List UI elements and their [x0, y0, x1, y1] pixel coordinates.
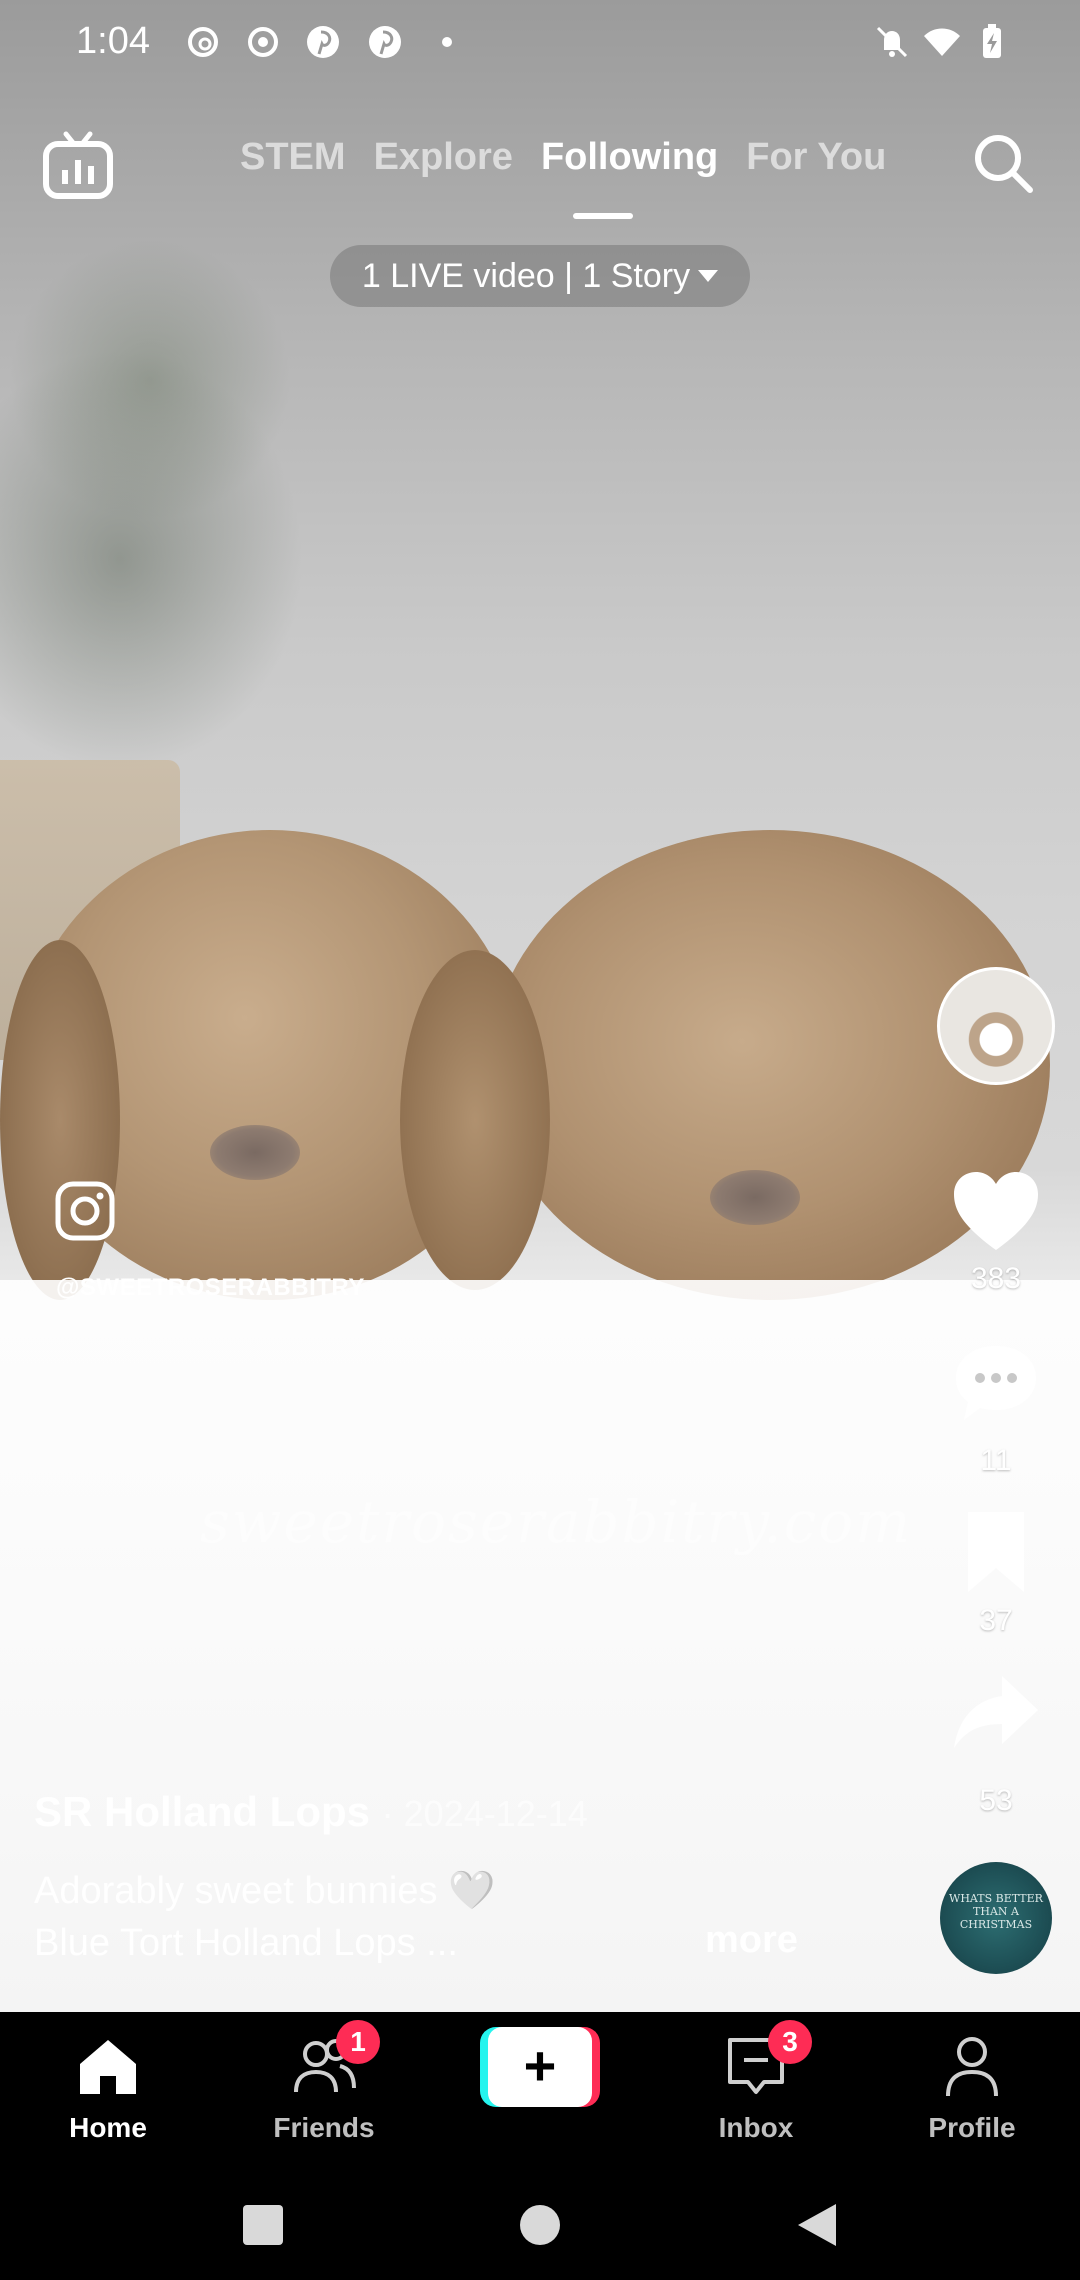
bell-off-icon — [876, 26, 908, 58]
video-watermark: sweetroserabbitry.com — [200, 1488, 913, 1556]
recents-icon[interactable] — [238, 2200, 288, 2250]
pinterest-icon — [369, 26, 401, 58]
wifi-icon — [924, 28, 960, 56]
nav-home-label: Home — [69, 2112, 147, 2143]
bunny-nose-image — [210, 1125, 300, 1180]
system-nav-bar — [0, 2170, 1080, 2280]
tab-explore[interactable]: Explore — [374, 136, 513, 179]
tab-stem[interactable]: STEM — [240, 136, 346, 179]
search-icon[interactable] — [970, 130, 1036, 196]
comment-icon[interactable] — [950, 1336, 1042, 1428]
music-disc[interactable]: WHATS BETTER THAN A CHRISTMAS — [940, 1862, 1052, 1974]
nav-friends-label: Friends — [273, 2112, 375, 2143]
instagram-icon — [55, 1181, 115, 1241]
threads-icon — [188, 27, 218, 57]
more-button[interactable]: more — [705, 1919, 798, 1962]
top-tabs: STEM Explore Following For You — [240, 136, 886, 179]
record-icon — [248, 27, 278, 57]
nav-inbox[interactable]: 3 Inbox — [666, 2012, 846, 2170]
inbox-badge: 3 — [768, 2020, 812, 2064]
active-tab-indicator — [573, 213, 633, 219]
nav-friends[interactable]: 1 Friends — [234, 2012, 414, 2170]
profile-icon — [946, 2037, 998, 2097]
bunny-ear-image — [0, 940, 120, 1300]
bookmark-icon[interactable] — [950, 1506, 1042, 1598]
nav-home[interactable]: Home — [18, 2012, 198, 2170]
post-date: · 2024-12-14 — [381, 1793, 588, 1834]
back-icon[interactable] — [792, 2200, 842, 2250]
comment-count: 11 — [980, 1444, 1012, 1477]
status-time: 1:04 — [76, 20, 150, 62]
live-story-label: 1 LIVE video | 1 Story — [361, 256, 691, 295]
create-button[interactable]: + — [480, 2027, 600, 2107]
live-tv-icon[interactable] — [40, 128, 116, 204]
caret-down-icon — [698, 270, 719, 282]
creator-avatar[interactable] — [937, 967, 1055, 1085]
author-name[interactable]: SR Holland Lops — [34, 1788, 370, 1835]
bunny-nose-image — [710, 1170, 800, 1225]
save-count: 37 — [979, 1604, 1013, 1637]
pinterest-icon — [307, 26, 339, 58]
caption-line-2: Blue Tort Holland Lops ... — [34, 1922, 458, 1964]
battery-charging-icon — [983, 24, 1001, 58]
dot-icon — [442, 37, 452, 47]
nav-profile[interactable]: Profile — [882, 2012, 1062, 2170]
share-icon[interactable] — [950, 1668, 1042, 1760]
like-count: 383 — [970, 1262, 1022, 1295]
live-story-pill[interactable]: 1 LIVE video | 1 Story — [330, 245, 750, 307]
plus-icon: + — [523, 2034, 557, 2097]
share-count: 53 — [979, 1784, 1013, 1817]
caption-text[interactable]: Adorably sweet bunnies 🤍 Blue Tort Holla… — [34, 1865, 495, 1969]
tab-following[interactable]: Following — [541, 136, 718, 179]
home-icon — [80, 2040, 136, 2094]
friends-badge: 1 — [336, 2020, 380, 2064]
caption-line-1: Adorably sweet bunnies 🤍 — [34, 1870, 496, 1912]
bunny-ear-image — [400, 950, 550, 1290]
status-bar: 1:04 — [0, 0, 1080, 86]
heart-icon[interactable] — [950, 1166, 1042, 1258]
tab-for-you[interactable]: For You — [746, 136, 886, 179]
nav-profile-label: Profile — [928, 2112, 1016, 2143]
instagram-handle: @SWEETROSERABBITRY — [56, 1274, 365, 1301]
nav-inbox-label: Inbox — [718, 2112, 794, 2143]
music-disc-label: WHATS BETTER THAN A CHRISTMAS — [949, 1892, 1043, 1931]
author-line: SR Holland Lops · 2024-12-14 — [34, 1788, 588, 1836]
home-circle-icon[interactable] — [515, 2200, 565, 2250]
